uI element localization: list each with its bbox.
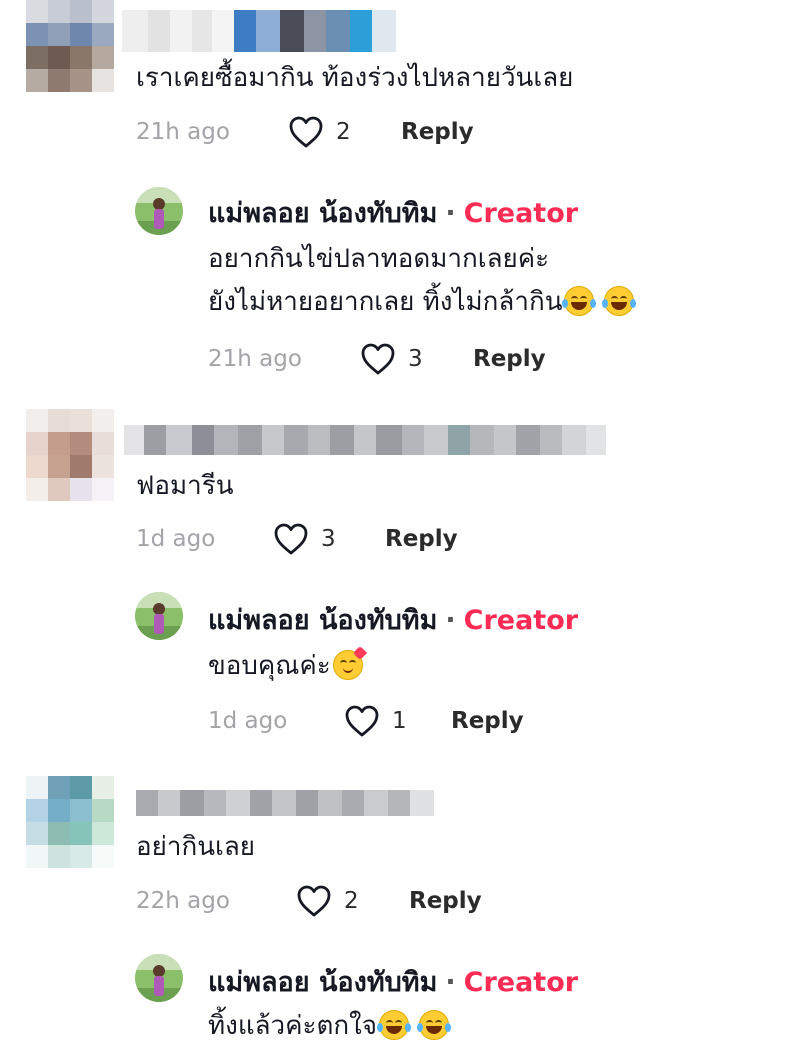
reply-time: 21h ago — [208, 346, 302, 372]
reply-text-line-1: ขอบคุณค่ะ — [208, 645, 367, 682]
reply-button[interactable]: Reply — [473, 344, 546, 374]
reply-time: 1d ago — [208, 708, 288, 734]
like-count: 1 — [392, 708, 407, 734]
avatar[interactable] — [26, 776, 114, 868]
creator-badge: Creator — [463, 198, 579, 229]
reply-text-content: ทิ้งแล้วค่ะตกใจ — [208, 1011, 378, 1041]
separator-dot: · — [445, 967, 456, 998]
joy-emoji-icon — [602, 286, 637, 316]
creator-name-line: แม่พลอย น้องทับทิม · Creator — [208, 604, 578, 638]
smiling-face-with-hearts-icon — [332, 645, 367, 680]
heart-icon — [297, 885, 331, 917]
reply-text-line-2-content: ยังไม่หายอยากเลย ทิ้งไม่กล้ากิน — [208, 287, 563, 317]
reply-button[interactable]: Reply — [401, 117, 474, 147]
reply-text-content: ขอบคุณค่ะ — [208, 651, 331, 681]
joy-emoji-icon — [377, 1010, 412, 1040]
creator-avatar[interactable] — [135, 187, 183, 235]
username-blurred[interactable] — [124, 425, 606, 455]
reply-text-line-1: ทิ้งแล้วค่ะตกใจ — [208, 1010, 452, 1042]
creator-badge: Creator — [463, 605, 579, 636]
like-button[interactable]: 2 — [288, 115, 351, 149]
heart-icon — [274, 523, 308, 555]
heart-icon — [289, 116, 323, 148]
comment-text: อย่ากินเลย — [136, 832, 256, 862]
like-count: 2 — [336, 119, 351, 145]
creator-avatar[interactable] — [135, 592, 183, 640]
reply-text-line-1: อยากกินไข่ปลาทอดมากเลยค่ะ — [208, 244, 550, 274]
reply-button[interactable]: Reply — [451, 706, 524, 736]
joy-emoji-icon — [562, 286, 597, 316]
reply-button[interactable]: Reply — [385, 524, 458, 554]
like-button[interactable]: 2 — [296, 884, 359, 918]
like-button[interactable]: 3 — [273, 522, 336, 556]
like-button[interactable]: 3 — [360, 342, 423, 376]
creator-name[interactable]: แม่พลอย น้องทับทิม — [208, 967, 437, 998]
like-count: 3 — [321, 526, 336, 552]
like-count: 2 — [344, 888, 359, 914]
avatar[interactable] — [26, 0, 114, 92]
joy-emoji-icon — [417, 1010, 452, 1040]
separator-dot: · — [445, 605, 456, 636]
like-count: 3 — [408, 346, 423, 372]
creator-name[interactable]: แม่พลอย น้องทับทิม — [208, 605, 437, 636]
separator-dot: · — [445, 198, 456, 229]
creator-badge: Creator — [463, 967, 579, 998]
like-button[interactable]: 1 — [344, 704, 407, 738]
comment-text: ฟอมารีน — [136, 471, 234, 501]
username-blurred[interactable] — [136, 790, 434, 816]
comment-time: 1d ago — [136, 526, 216, 552]
heart-icon — [345, 705, 379, 737]
comment-time: 21h ago — [136, 119, 230, 145]
reply-button[interactable]: Reply — [409, 886, 482, 916]
creator-name-line: แม่พลอย น้องทับทิม · Creator — [208, 966, 578, 1000]
reply-text-line-2: ยังไม่หายอยากเลย ทิ้งไม่กล้ากิน — [208, 286, 637, 318]
creator-name[interactable]: แม่พลอย น้องทับทิม — [208, 198, 437, 229]
username-blurred[interactable] — [122, 10, 396, 52]
creator-name-line: แม่พลอย น้องทับทิม · Creator — [208, 197, 578, 231]
comment-text: เราเคยซื้อมากิน ท้องร่วงไปหลายวันเลย — [136, 63, 574, 93]
heart-icon — [361, 343, 395, 375]
creator-avatar[interactable] — [135, 954, 183, 1002]
comment-time: 22h ago — [136, 888, 230, 914]
avatar[interactable] — [26, 409, 114, 501]
